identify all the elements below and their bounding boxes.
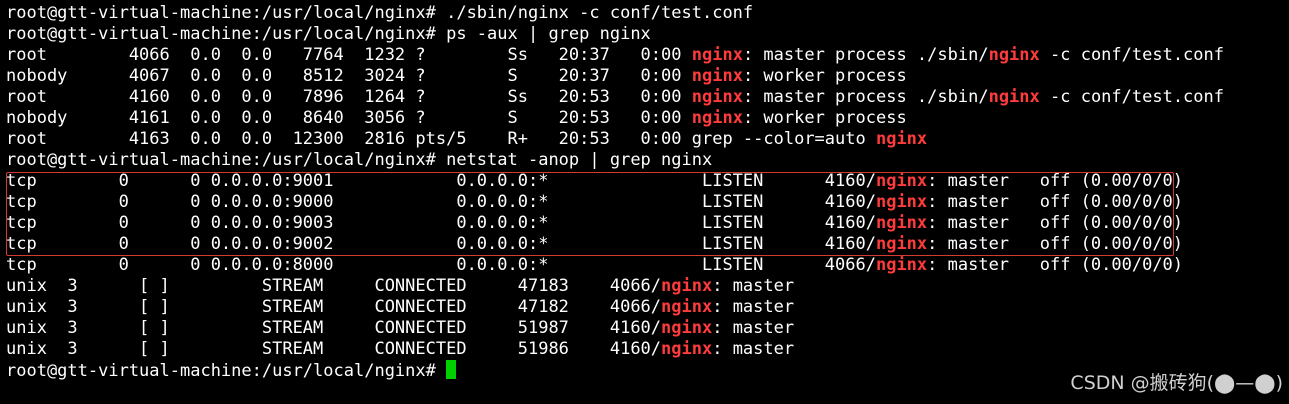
terminal-line: root 4066 0.0 0.0 7764 1232 ? Ss 20:37 0… — [6, 45, 1224, 65]
highlight-keyword: nginx — [691, 45, 743, 65]
highlight-keyword: nginx — [661, 297, 713, 317]
terminal-line: root@gtt-virtual-machine:/usr/local/ngin… — [6, 150, 713, 170]
terminal-cursor — [446, 360, 457, 379]
terminal-line: tcp 0 0 0.0.0.0:9001 0.0.0.0:* LISTEN 41… — [6, 171, 1184, 191]
terminal-line: root@gtt-virtual-machine:/usr/local/ngin… — [6, 3, 754, 23]
terminal-line: nobody 4067 0.0 0.0 8512 3024 ? S 20:37 … — [6, 66, 907, 86]
terminal-line: root 4160 0.0 0.0 7896 1264 ? Ss 20:53 0… — [6, 87, 1224, 107]
highlight-keyword: nginx — [875, 234, 928, 254]
terminal-window[interactable]: root@gtt-virtual-machine:/usr/local/ngin… — [6, 3, 1286, 401]
prompt-text: root@gtt-virtual-machine:/usr/local/ngin… — [6, 361, 447, 381]
terminal-line: unix 3 [ ] STREAM CONNECTED 47182 4066/n… — [6, 297, 795, 317]
terminal-line: tcp 0 0 0.0.0.0:9000 0.0.0.0:* LISTEN 41… — [6, 192, 1184, 212]
terminal-output: root@gtt-virtual-machine:/usr/local/ngin… — [6, 3, 1286, 381]
highlight-keyword: nginx — [875, 213, 928, 233]
highlight-keyword: nginx — [691, 87, 743, 107]
terminal-line: unix 3 [ ] STREAM CONNECTED 47183 4066/n… — [6, 276, 795, 296]
highlight-keyword: nginx — [875, 255, 928, 275]
terminal-line: tcp 0 0 0.0.0.0:9002 0.0.0.0:* LISTEN 41… — [6, 234, 1184, 254]
terminal-line: nobody 4161 0.0 0.0 8640 3056 ? S 20:53 … — [6, 108, 907, 128]
terminal-line: unix 3 [ ] STREAM CONNECTED 51987 4160/n… — [6, 318, 795, 338]
terminal-line: tcp 0 0 0.0.0.0:9003 0.0.0.0:* LISTEN 41… — [6, 213, 1184, 233]
highlight-keyword: nginx — [988, 45, 1040, 65]
highlight-keyword: nginx — [875, 192, 928, 212]
highlight-keyword: nginx — [988, 87, 1040, 107]
highlight-keyword: nginx — [691, 108, 743, 128]
highlight-keyword: nginx — [875, 171, 928, 191]
highlight-keyword: nginx — [661, 276, 713, 296]
terminal-line: root 4163 0.0 0.0 12300 2816 pts/5 R+ 20… — [6, 129, 928, 149]
terminal-line: tcp 0 0 0.0.0.0:8000 0.0.0.0:* LISTEN 40… — [6, 255, 1184, 275]
highlight-keyword: nginx — [661, 318, 713, 338]
highlight-keyword: nginx — [875, 129, 928, 149]
highlight-keyword: nginx — [661, 339, 713, 359]
terminal-line: unix 3 [ ] STREAM CONNECTED 51986 4160/n… — [6, 339, 795, 359]
terminal-line: root@gtt-virtual-machine:/usr/local/ngin… — [6, 24, 651, 44]
highlight-keyword: nginx — [691, 66, 743, 86]
watermark: CSDN @搬砖狗(⬤—⬤) — [1070, 372, 1283, 394]
